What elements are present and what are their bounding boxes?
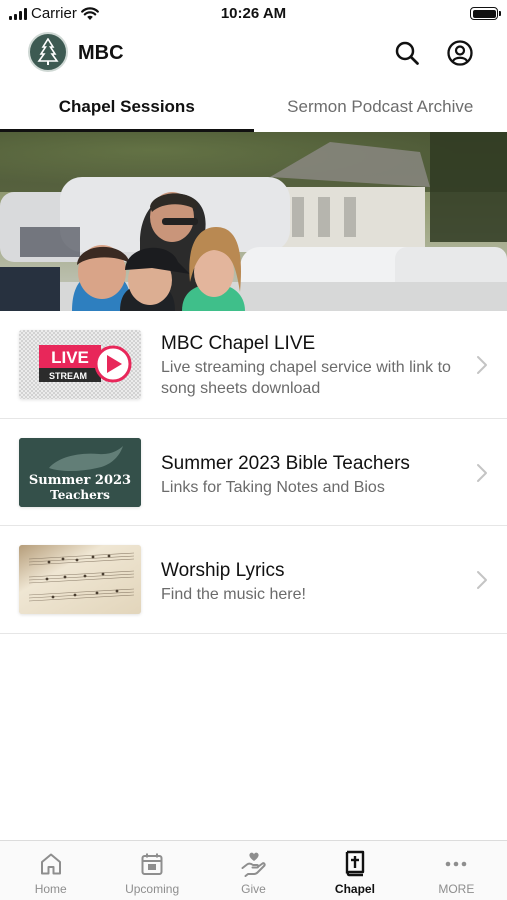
hero-image [0, 132, 507, 311]
stream-label: STREAM [49, 371, 87, 381]
item-subtitle: Links for Taking Notes and Bios [161, 478, 385, 496]
tabbar-item-chapel[interactable]: Chapel [304, 841, 405, 900]
chevron-right-icon [477, 463, 487, 482]
search-icon[interactable] [392, 38, 422, 68]
bible-cross-icon [341, 850, 369, 878]
chevron-right-icon [477, 571, 487, 589]
status-time: 10:26 AM [220, 5, 287, 22]
summer-teachers-thumbnail: Summer 2023 Teachers [19, 437, 141, 507]
item-subtitle: Live streaming chapel service with link … [161, 359, 451, 397]
app-title: MBC [78, 42, 124, 64]
status-bar: Carrier 10:26 AM [0, 0, 507, 28]
tabbar-label: Chapel [334, 882, 375, 896]
chapel-list: LIVE STREAM MBC Chapel LIVE Live streami… [0, 311, 507, 634]
calendar-icon [138, 850, 166, 878]
tabbar-label: Give [241, 882, 266, 896]
item-subtitle: Find the music here! [161, 586, 306, 603]
tab-label: Sermon Podcast Archive [287, 97, 474, 116]
tabbar-item-upcoming[interactable]: Upcoming [101, 841, 202, 900]
item-title: Worship Lyrics [161, 560, 285, 581]
live-stream-thumbnail: LIVE STREAM [19, 330, 141, 399]
thumb-summer-label: Summer 2023 [29, 473, 131, 488]
sheet-music-thumbnail [19, 545, 141, 614]
battery-icon [470, 7, 501, 20]
tabbar-label: Upcoming [125, 882, 180, 896]
tab-chapel-sessions[interactable]: Chapel Sessions [0, 84, 254, 132]
tabbar-item-give[interactable]: Give [203, 841, 304, 900]
list-item-worship-lyrics[interactable]: Worship Lyrics Find the music here! [0, 526, 507, 634]
live-label: LIVE [51, 348, 89, 367]
app-header: MBC [0, 30, 507, 76]
tabbar-item-more[interactable]: MORE [406, 841, 507, 900]
segment-tabs: Chapel Sessions Sermon Podcast Archive [0, 84, 507, 132]
tabbar-item-home[interactable]: Home [0, 841, 101, 900]
more-dots-icon [442, 850, 470, 878]
list-item-mbc-chapel-live[interactable]: LIVE STREAM MBC Chapel LIVE Live streami… [0, 311, 507, 419]
list-item-summer-2023-bible-teachers[interactable]: Summer 2023 Teachers Summer 2023 Bible T… [0, 419, 507, 526]
give-hand-heart-icon [240, 850, 268, 878]
account-circle-icon[interactable] [445, 38, 475, 68]
item-title: Summer 2023 Bible Teachers [161, 452, 410, 474]
tabbar-label: MORE [438, 882, 475, 896]
tab-label: Chapel Sessions [58, 97, 195, 116]
tree-logo-icon[interactable] [28, 32, 68, 72]
item-text: Worship Lyrics Find the music here! [161, 559, 461, 605]
home-icon [37, 850, 65, 878]
tabbar-label: Home [34, 882, 67, 896]
item-text: MBC Chapel LIVE Live streaming chapel se… [161, 332, 461, 399]
item-title: MBC Chapel LIVE [161, 333, 316, 354]
item-text: Summer 2023 Bible Teachers Links for Tak… [161, 452, 461, 498]
tab-sermon-podcast-archive[interactable]: Sermon Podcast Archive [254, 84, 507, 132]
thumb-teachers-label: Teachers [50, 488, 110, 502]
chevron-right-icon [477, 356, 487, 374]
bottom-tab-bar: Home Upcoming Give Chapel MORE [0, 840, 507, 900]
